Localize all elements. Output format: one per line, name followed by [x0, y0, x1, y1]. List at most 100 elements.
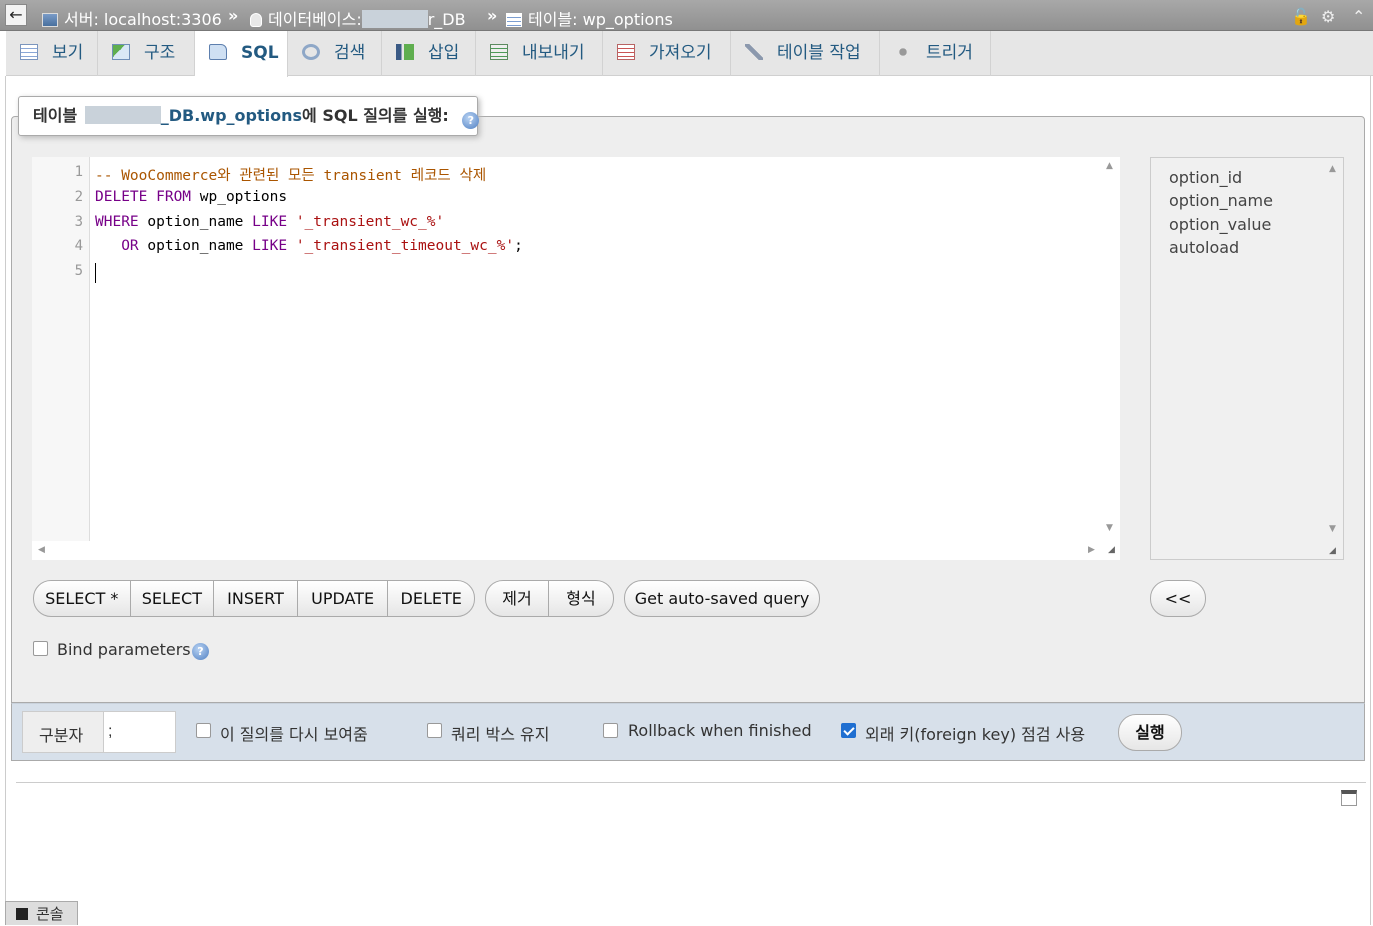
- column-list[interactable]: option_id option_name option_value autol…: [1150, 157, 1344, 560]
- fieldset-legend: 테이블 _DB.wp_options에 SQL 질의를 실행: ?: [18, 96, 480, 136]
- tab-browse[interactable]: 보기: [6, 31, 98, 76]
- show-query-checkbox[interactable]: [196, 723, 211, 738]
- column-option[interactable]: option_id: [1169, 168, 1242, 187]
- show-query-label[interactable]: 이 질의를 다시 보여줌: [220, 721, 368, 745]
- insert-button[interactable]: INSERT: [214, 581, 298, 616]
- line-number-gutter: 1 2 3 4 5: [32, 157, 90, 541]
- scroll-down-icon[interactable]: ▼: [1329, 524, 1336, 534]
- column-option[interactable]: option_name: [1169, 191, 1273, 210]
- text-cursor: [95, 263, 96, 283]
- code-line: -- WooCommerce와 관련된 모든 transient 레코드 삭제: [95, 164, 486, 185]
- lock-icon[interactable]: 🔓: [1291, 7, 1311, 26]
- tab-structure[interactable]: 구조: [98, 31, 195, 76]
- page-border-right: [1370, 76, 1371, 925]
- bind-parameters-checkbox[interactable]: [33, 641, 48, 656]
- breadcrumb-database-prefix: 데이터베이스:: [268, 10, 362, 29]
- tab-bar: 보기 구조 SQL 검색 삽입 내보내기 가져오기 테이블 작업 트리거: [6, 31, 1373, 77]
- column-option[interactable]: option_value: [1169, 215, 1271, 234]
- scroll-up-icon[interactable]: ▲: [1329, 164, 1336, 174]
- tab-export[interactable]: 내보내기: [476, 31, 603, 76]
- tab-label: 내보내기: [522, 43, 585, 63]
- code-token: wp_options: [191, 188, 288, 205]
- breadcrumb-bar: ← 서버: localhost:3306 » 데이터베이스: r_DB » 테이블…: [0, 0, 1373, 31]
- rollback-label[interactable]: Rollback when finished: [628, 721, 812, 740]
- foreign-key-check-label[interactable]: 외래 키(foreign key) 점검 사용: [865, 721, 1085, 745]
- line-number: 1: [74, 164, 83, 180]
- code-line: WHERE option_name LIKE '_transient_wc_%': [95, 214, 444, 230]
- tab-label: 보기: [52, 43, 84, 63]
- format-button[interactable]: 형식: [549, 581, 613, 616]
- table-icon: [506, 13, 522, 27]
- foreign-key-check-checkbox[interactable]: [841, 723, 856, 738]
- gear-icon[interactable]: ⚙: [1321, 7, 1335, 26]
- tab-search[interactable]: 검색: [288, 31, 382, 76]
- delete-button[interactable]: DELETE: [388, 581, 474, 616]
- back-arrow-icon[interactable]: ←: [5, 4, 27, 26]
- legend-suffix: 에 SQL 질의를 실행:: [302, 106, 449, 125]
- sql-editor[interactable]: 1 2 3 4 5 ▲ ▼ ◀ ▶ ◢ -- WooCommerce와 관련된 모든 t…: [32, 157, 1120, 560]
- get-autosaved-query-button[interactable]: Get auto-saved query: [624, 580, 820, 617]
- divider: [16, 782, 1366, 783]
- bookmark-icon[interactable]: [1341, 790, 1357, 806]
- redaction-block: [84, 106, 161, 124]
- help-icon[interactable]: ?: [462, 112, 480, 129]
- tab-insert[interactable]: 삽입: [382, 31, 476, 76]
- clear-button[interactable]: 제거: [486, 581, 550, 616]
- editor-horizontal-scrollbar[interactable]: ◀ ▶ ◢: [32, 541, 1120, 560]
- delimiter-input[interactable]: [103, 712, 175, 752]
- tab-operations[interactable]: 테이블 작업: [731, 31, 880, 76]
- scroll-down-icon[interactable]: ▼: [1106, 523, 1113, 533]
- update-button[interactable]: UPDATE: [298, 581, 389, 616]
- code-token: option_name: [138, 238, 253, 255]
- chevron-up-icon[interactable]: ⌃: [1352, 7, 1365, 26]
- scroll-right-icon[interactable]: ▶: [1088, 545, 1095, 555]
- column-option[interactable]: autoload: [1169, 238, 1239, 257]
- select-all-button[interactable]: SELECT *: [34, 581, 131, 616]
- code-token: DELETE FROM: [95, 188, 192, 205]
- tab-import[interactable]: 가져오기: [603, 31, 731, 76]
- legend-prefix: 테이블: [33, 106, 78, 125]
- line-number: 2: [74, 188, 83, 205]
- code-token: '_transient_wc_%': [295, 213, 445, 230]
- tab-sql[interactable]: SQL: [195, 31, 288, 77]
- code-line: OR option_name LIKE '_transient_timeout_…: [95, 238, 523, 254]
- resize-handle-icon[interactable]: ◢: [1329, 546, 1336, 556]
- insert-column-button[interactable]: <<: [1150, 580, 1206, 617]
- legend-table-name[interactable]: _DB.wp_options: [161, 106, 302, 125]
- resize-handle-icon[interactable]: ◢: [1108, 545, 1115, 555]
- rollback-checkbox[interactable]: [603, 723, 618, 738]
- trigger-icon: [894, 44, 912, 60]
- editor-vertical-scrollbar[interactable]: ▲ ▼: [1102, 157, 1120, 541]
- code-line: DELETE FROM wp_options: [95, 189, 287, 205]
- select-button[interactable]: SELECT: [131, 581, 215, 616]
- scroll-up-icon[interactable]: ▲: [1106, 161, 1113, 171]
- breadcrumb-table-label: 테이블: wp_options: [528, 10, 673, 29]
- console-toggle[interactable]: 콘솔: [5, 901, 78, 925]
- query-template-buttons: SELECT * SELECT INSERT UPDATE DELETE: [33, 580, 475, 617]
- help-icon[interactable]: ?: [192, 643, 209, 660]
- breadcrumb-table[interactable]: 테이블: wp_options: [506, 6, 673, 30]
- wrench-icon: [745, 44, 763, 60]
- edit-buttons: 제거 형식: [485, 580, 614, 617]
- import-icon: [617, 44, 635, 60]
- retain-query-box-checkbox[interactable]: [427, 723, 442, 738]
- scroll-left-icon[interactable]: ◀: [38, 545, 45, 555]
- browse-icon: [20, 44, 38, 60]
- code-token: LIKE: [252, 213, 288, 230]
- tab-label: 가져오기: [649, 43, 712, 63]
- execute-button[interactable]: 실행: [1118, 714, 1182, 751]
- insert-icon: [396, 44, 414, 60]
- redaction-block: [361, 10, 428, 28]
- breadcrumb-database[interactable]: 데이터베이스: r_DB: [250, 6, 466, 30]
- breadcrumb-server[interactable]: 서버: localhost:3306: [42, 6, 222, 30]
- retain-query-box-label[interactable]: 쿼리 박스 유지: [451, 721, 550, 745]
- bind-parameters-label[interactable]: Bind parameters: [57, 640, 191, 659]
- code-token: OR: [95, 238, 139, 255]
- tab-label: 구조: [144, 43, 176, 63]
- code-token: -- WooCommerce와 관련된 모든 transient 레코드 삭제: [95, 168, 487, 184]
- tab-triggers[interactable]: 트리거: [880, 31, 991, 76]
- code-token: LIKE: [252, 238, 288, 255]
- console-icon: [16, 908, 28, 920]
- query-options-bar: 구분자 이 질의를 다시 보여줌 쿼리 박스 유지 Rollback when …: [11, 703, 1365, 761]
